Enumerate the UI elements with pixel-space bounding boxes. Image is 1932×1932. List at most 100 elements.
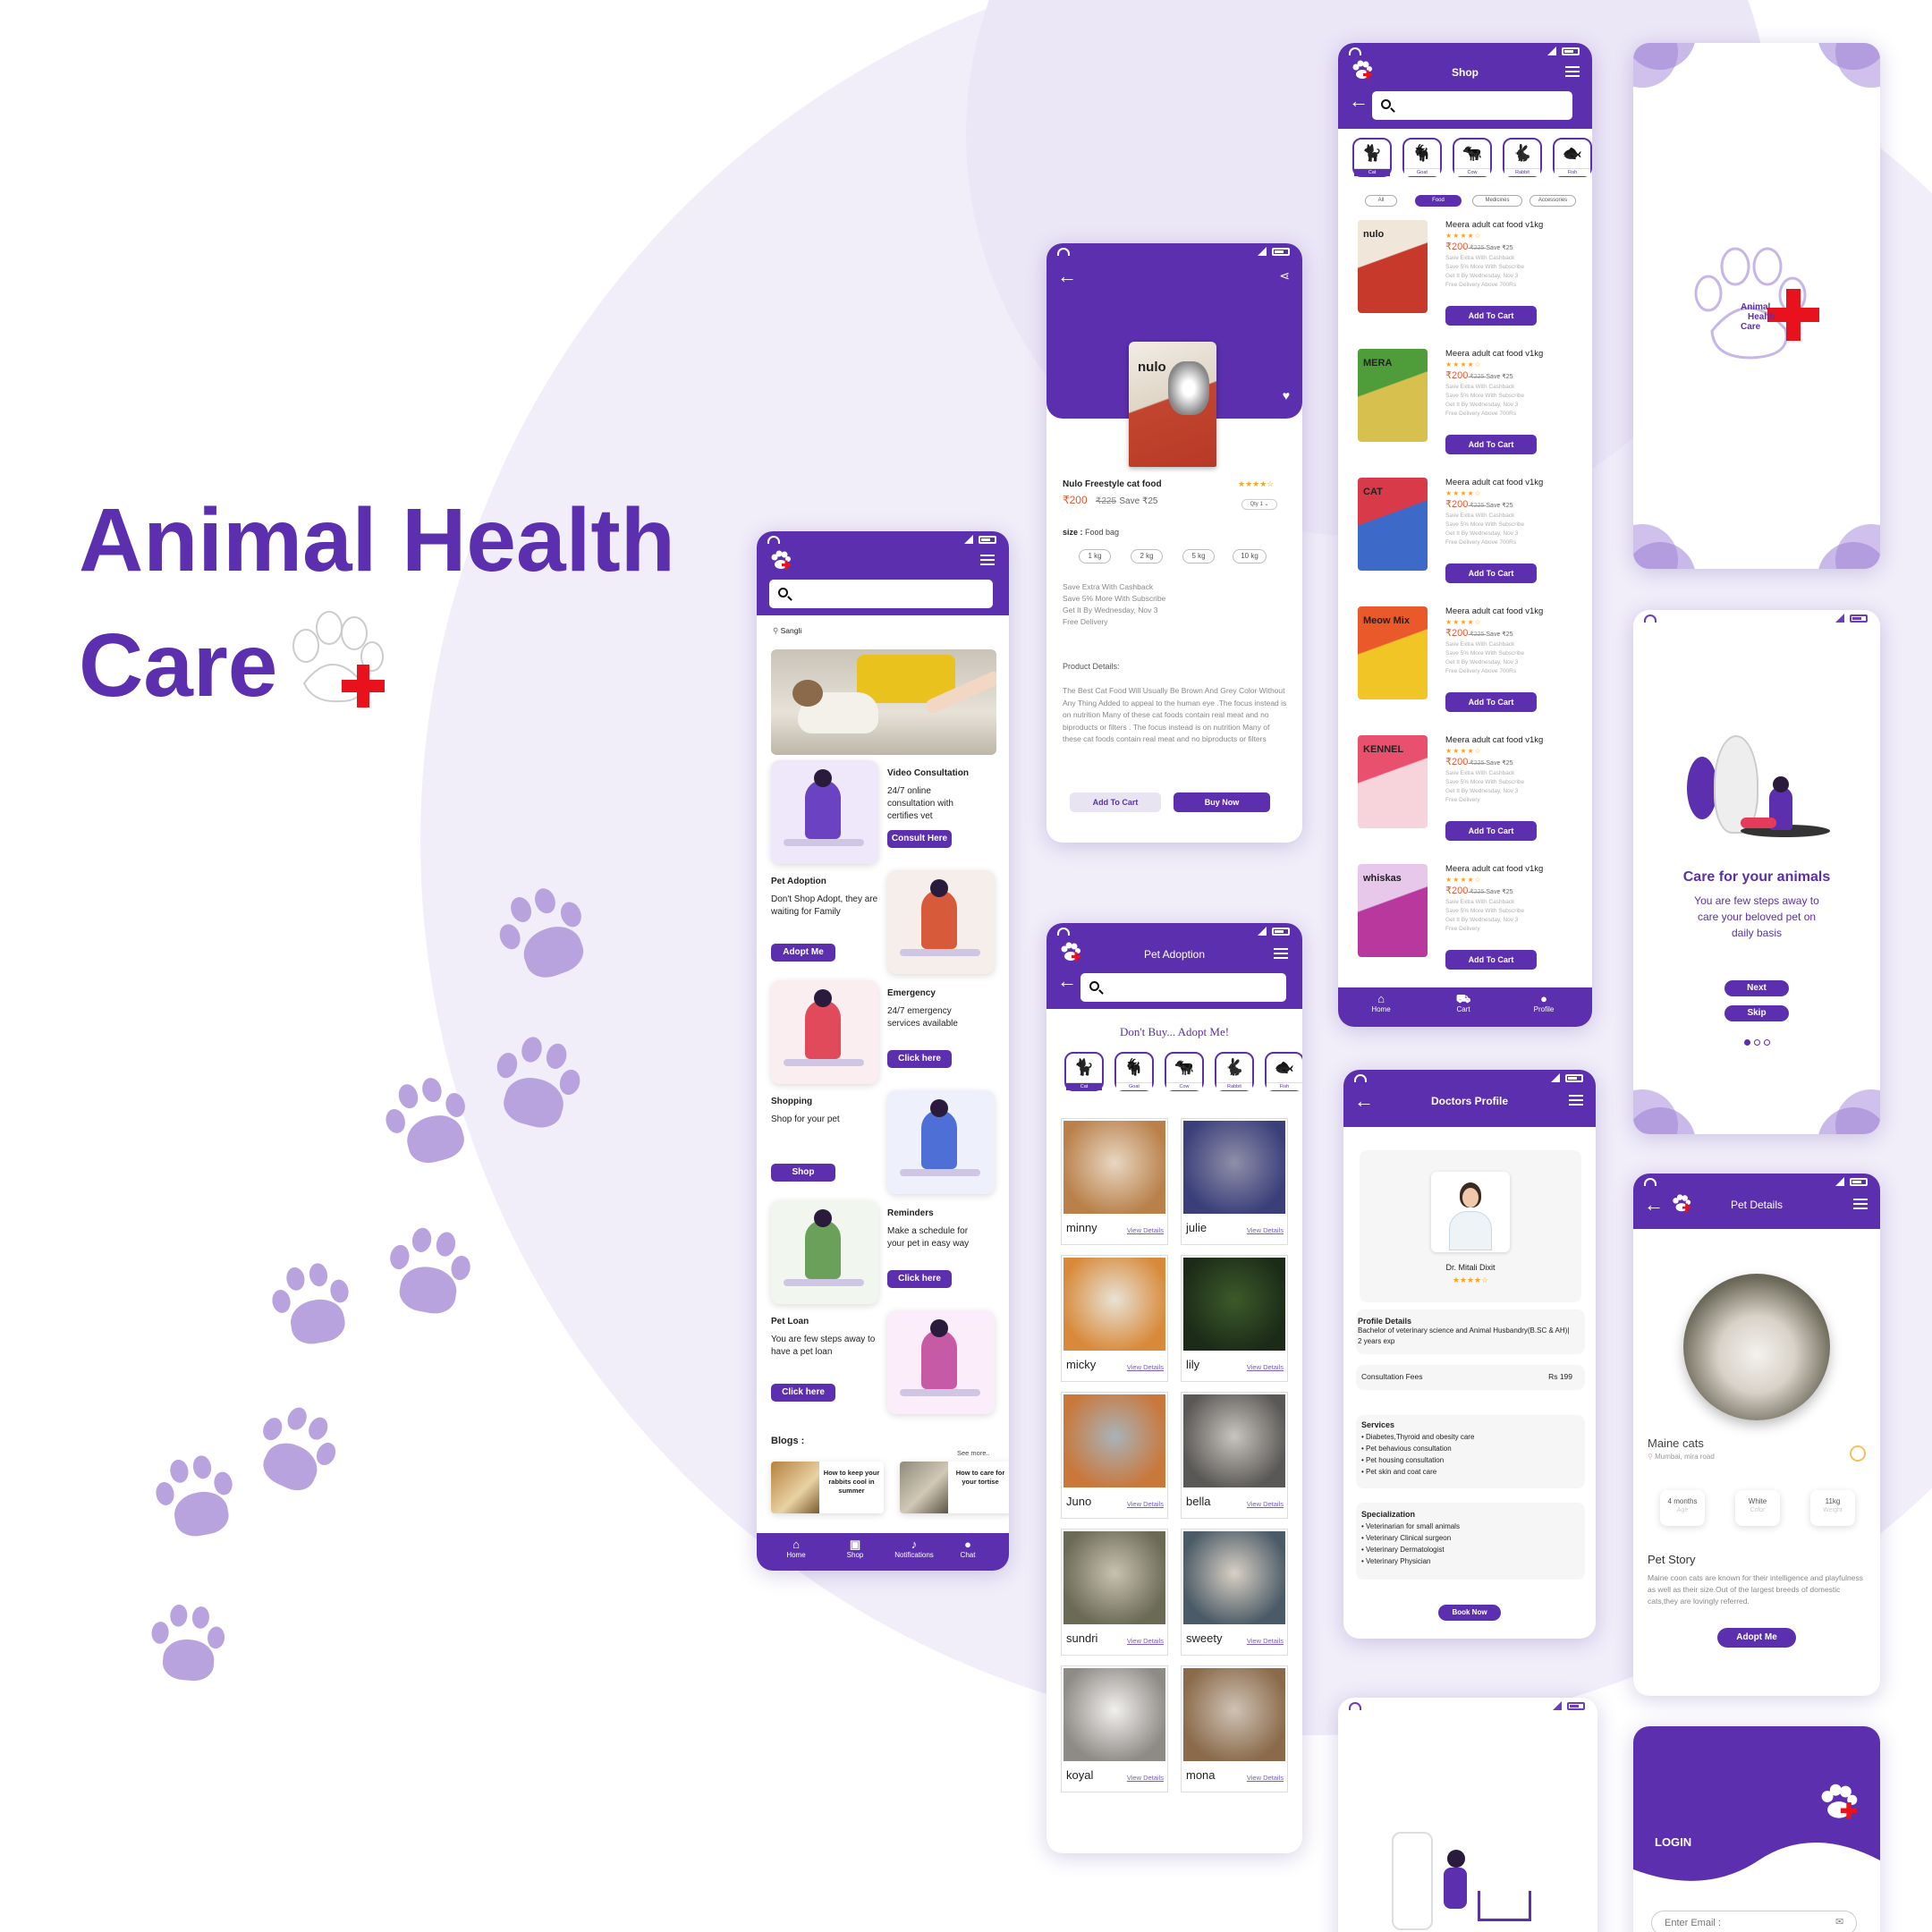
category-fish[interactable]: 🐟 Fish <box>1553 138 1592 177</box>
view-details-link[interactable]: View Details <box>1247 1774 1284 1782</box>
skip-button[interactable]: Skip <box>1724 1005 1789 1021</box>
pet-card[interactable]: julie View Details <box>1181 1118 1288 1245</box>
email-field[interactable] <box>1651 1911 1857 1932</box>
product-row[interactable]: Meow Mix Meera adult cat food v1kg ★★★★☆ ₹2… <box>1338 603 1592 728</box>
pet-card[interactable]: koyal View Details <box>1061 1665 1168 1792</box>
feature-button[interactable]: Click here <box>887 1050 952 1068</box>
nav-home[interactable]: ⌂ Home <box>769 1538 823 1560</box>
add-to-cart-button[interactable]: Add To Cart <box>1070 792 1161 812</box>
blog-card-2[interactable]: How to care for your tortise <box>900 1462 1009 1513</box>
menu-icon[interactable] <box>1853 1199 1868 1209</box>
pet-card[interactable]: lily View Details <box>1181 1255 1288 1382</box>
pet-name: micky <box>1066 1358 1097 1371</box>
view-details-link[interactable]: View Details <box>1247 1637 1284 1645</box>
product-title: Meera adult cat food v1kg <box>1445 349 1544 359</box>
add-to-cart-button[interactable]: Add To Cart <box>1445 821 1537 841</box>
feature-button[interactable]: Adopt Me <box>771 944 835 962</box>
size-option[interactable]: 5 kg <box>1182 549 1215 564</box>
product-row[interactable]: nulo Meera adult cat food v1kg ★★★★☆ ₹200 ₹… <box>1338 216 1592 342</box>
size-option[interactable]: 1 kg <box>1079 549 1111 564</box>
blog-title: How to keep your rabbits cool in summer <box>823 1469 880 1495</box>
feature-button[interactable]: Shop <box>771 1164 835 1182</box>
specialization-section: Specialization • Veterinarian for small … <box>1356 1503 1585 1580</box>
paw-print-icon <box>374 1215 494 1335</box>
pet-card[interactable]: micky View Details <box>1061 1255 1168 1382</box>
product-title: Meera adult cat food v1kg <box>1445 606 1544 616</box>
search-input[interactable] <box>1372 91 1572 120</box>
menu-icon[interactable] <box>1565 66 1580 77</box>
menu-icon[interactable] <box>980 555 995 565</box>
add-to-cart-button[interactable]: Add To Cart <box>1445 435 1537 454</box>
pet-card[interactable]: Juno View Details <box>1061 1392 1168 1519</box>
product-row[interactable]: whiskas Meera adult cat food v1kg ★★★★☆ ₹20… <box>1338 860 1592 986</box>
nav-profile[interactable]: ● Profile <box>1517 993 1571 1014</box>
pet-card[interactable]: sweety View Details <box>1181 1529 1288 1656</box>
product-row[interactable]: CAT Meera adult cat food v1kg ★★★★☆ ₹200 ₹2… <box>1338 474 1592 599</box>
back-arrow-icon[interactable]: ← <box>1057 970 1077 993</box>
pet-card[interactable]: minny View Details <box>1061 1118 1168 1245</box>
pet-card[interactable]: bella View Details <box>1181 1392 1288 1519</box>
location-text: Sangli <box>780 626 802 635</box>
add-to-cart-button[interactable]: Add To Cart <box>1445 692 1537 712</box>
nav-home[interactable]: ⌂ Home <box>1354 993 1408 1014</box>
next-button[interactable]: Next <box>1724 980 1789 996</box>
back-arrow-icon[interactable]: ← <box>1349 89 1368 113</box>
feature-button[interactable]: Click here <box>771 1384 835 1402</box>
favorite-heart-icon[interactable]: ♥ <box>1283 388 1290 402</box>
back-arrow-icon[interactable]: ← <box>1057 265 1077 288</box>
add-to-cart-button[interactable]: Add To Cart <box>1445 306 1537 326</box>
view-details-link[interactable]: View Details <box>1127 1500 1164 1508</box>
filter-all[interactable]: All <box>1365 195 1397 207</box>
view-details-link[interactable]: View Details <box>1247 1363 1284 1371</box>
view-details-link[interactable]: View Details <box>1127 1226 1164 1234</box>
blog-card-1[interactable]: How to keep your rabbits cool in summer <box>771 1462 884 1513</box>
pet-name: bella <box>1186 1495 1211 1508</box>
filter-medicines[interactable]: Medicines <box>1472 195 1522 207</box>
location[interactable]: ⚲ Sangli <box>773 624 801 637</box>
product-thumbnail: KENNEL <box>1358 735 1428 828</box>
buy-now-button[interactable]: Buy Now <box>1174 792 1270 812</box>
nav-cart[interactable]: ⛟ Cart <box>1436 993 1490 1014</box>
category-cow[interactable]: 🐄 Cow <box>1165 1052 1204 1091</box>
feature-button[interactable]: Click here <box>887 1270 952 1288</box>
add-to-cart-button[interactable]: Add To Cart <box>1445 950 1537 970</box>
view-details-link[interactable]: View Details <box>1127 1774 1164 1782</box>
pet-card[interactable]: sundri View Details <box>1061 1529 1168 1656</box>
view-details-link[interactable]: View Details <box>1127 1363 1164 1371</box>
view-details-link[interactable]: View Details <box>1247 1226 1284 1234</box>
category-fish[interactable]: 🐟 Fish <box>1265 1052 1302 1091</box>
category-goat[interactable]: 🐐 Goat <box>1402 138 1442 177</box>
book-now-button[interactable]: Book Now <box>1438 1605 1501 1621</box>
nav-notifications[interactable]: ♪ Notifications <box>887 1538 941 1560</box>
product-row[interactable]: KENNEL Meera adult cat food v1kg ★★★★☆ ₹200… <box>1338 732 1592 857</box>
share-icon[interactable]: ⋖ <box>1279 268 1290 284</box>
product-row[interactable]: MERA Meera adult cat food v1kg ★★★★☆ ₹200 ₹… <box>1338 345 1592 470</box>
filter-food[interactable]: Food <box>1415 195 1462 207</box>
menu-icon[interactable] <box>1274 948 1288 959</box>
category-goat[interactable]: 🐐 Goat <box>1114 1052 1154 1091</box>
size-option[interactable]: 10 kg <box>1233 549 1267 564</box>
search-input[interactable] <box>1080 973 1286 1002</box>
category-cow[interactable]: 🐄 Cow <box>1453 138 1492 177</box>
add-to-cart-button[interactable]: Add To Cart <box>1445 564 1537 583</box>
search-input[interactable] <box>769 580 993 608</box>
nav-chat[interactable]: ● Chat <box>941 1538 995 1560</box>
view-details-link[interactable]: View Details <box>1127 1637 1164 1645</box>
favorite-icon[interactable] <box>1850 1445 1866 1462</box>
qty-selector[interactable]: Qty 1 ⌄ <box>1241 499 1277 510</box>
category-cat[interactable]: 🐈 Cat <box>1352 138 1392 177</box>
pet-card[interactable]: mona View Details <box>1181 1665 1288 1792</box>
feature-button[interactable]: Consult Here <box>887 830 952 848</box>
feature-text: Shop for your pet <box>771 1114 840 1124</box>
filter-accessories[interactable]: Accessories <box>1530 195 1576 207</box>
home-banner-photo[interactable] <box>771 649 996 755</box>
category-cat[interactable]: 🐈 Cat <box>1064 1052 1104 1091</box>
category-rabbit[interactable]: 🐇 Rabbit <box>1503 138 1542 177</box>
menu-icon[interactable] <box>1569 1095 1583 1106</box>
adopt-me-button[interactable]: Adopt Me <box>1717 1628 1796 1648</box>
view-details-link[interactable]: View Details <box>1247 1500 1284 1508</box>
see-more-link[interactable]: See more.. <box>957 1449 990 1457</box>
category-rabbit[interactable]: 🐇 Rabbit <box>1215 1052 1254 1091</box>
nav-shop[interactable]: ▣ Shop <box>828 1538 882 1560</box>
size-option[interactable]: 2 kg <box>1131 549 1163 564</box>
